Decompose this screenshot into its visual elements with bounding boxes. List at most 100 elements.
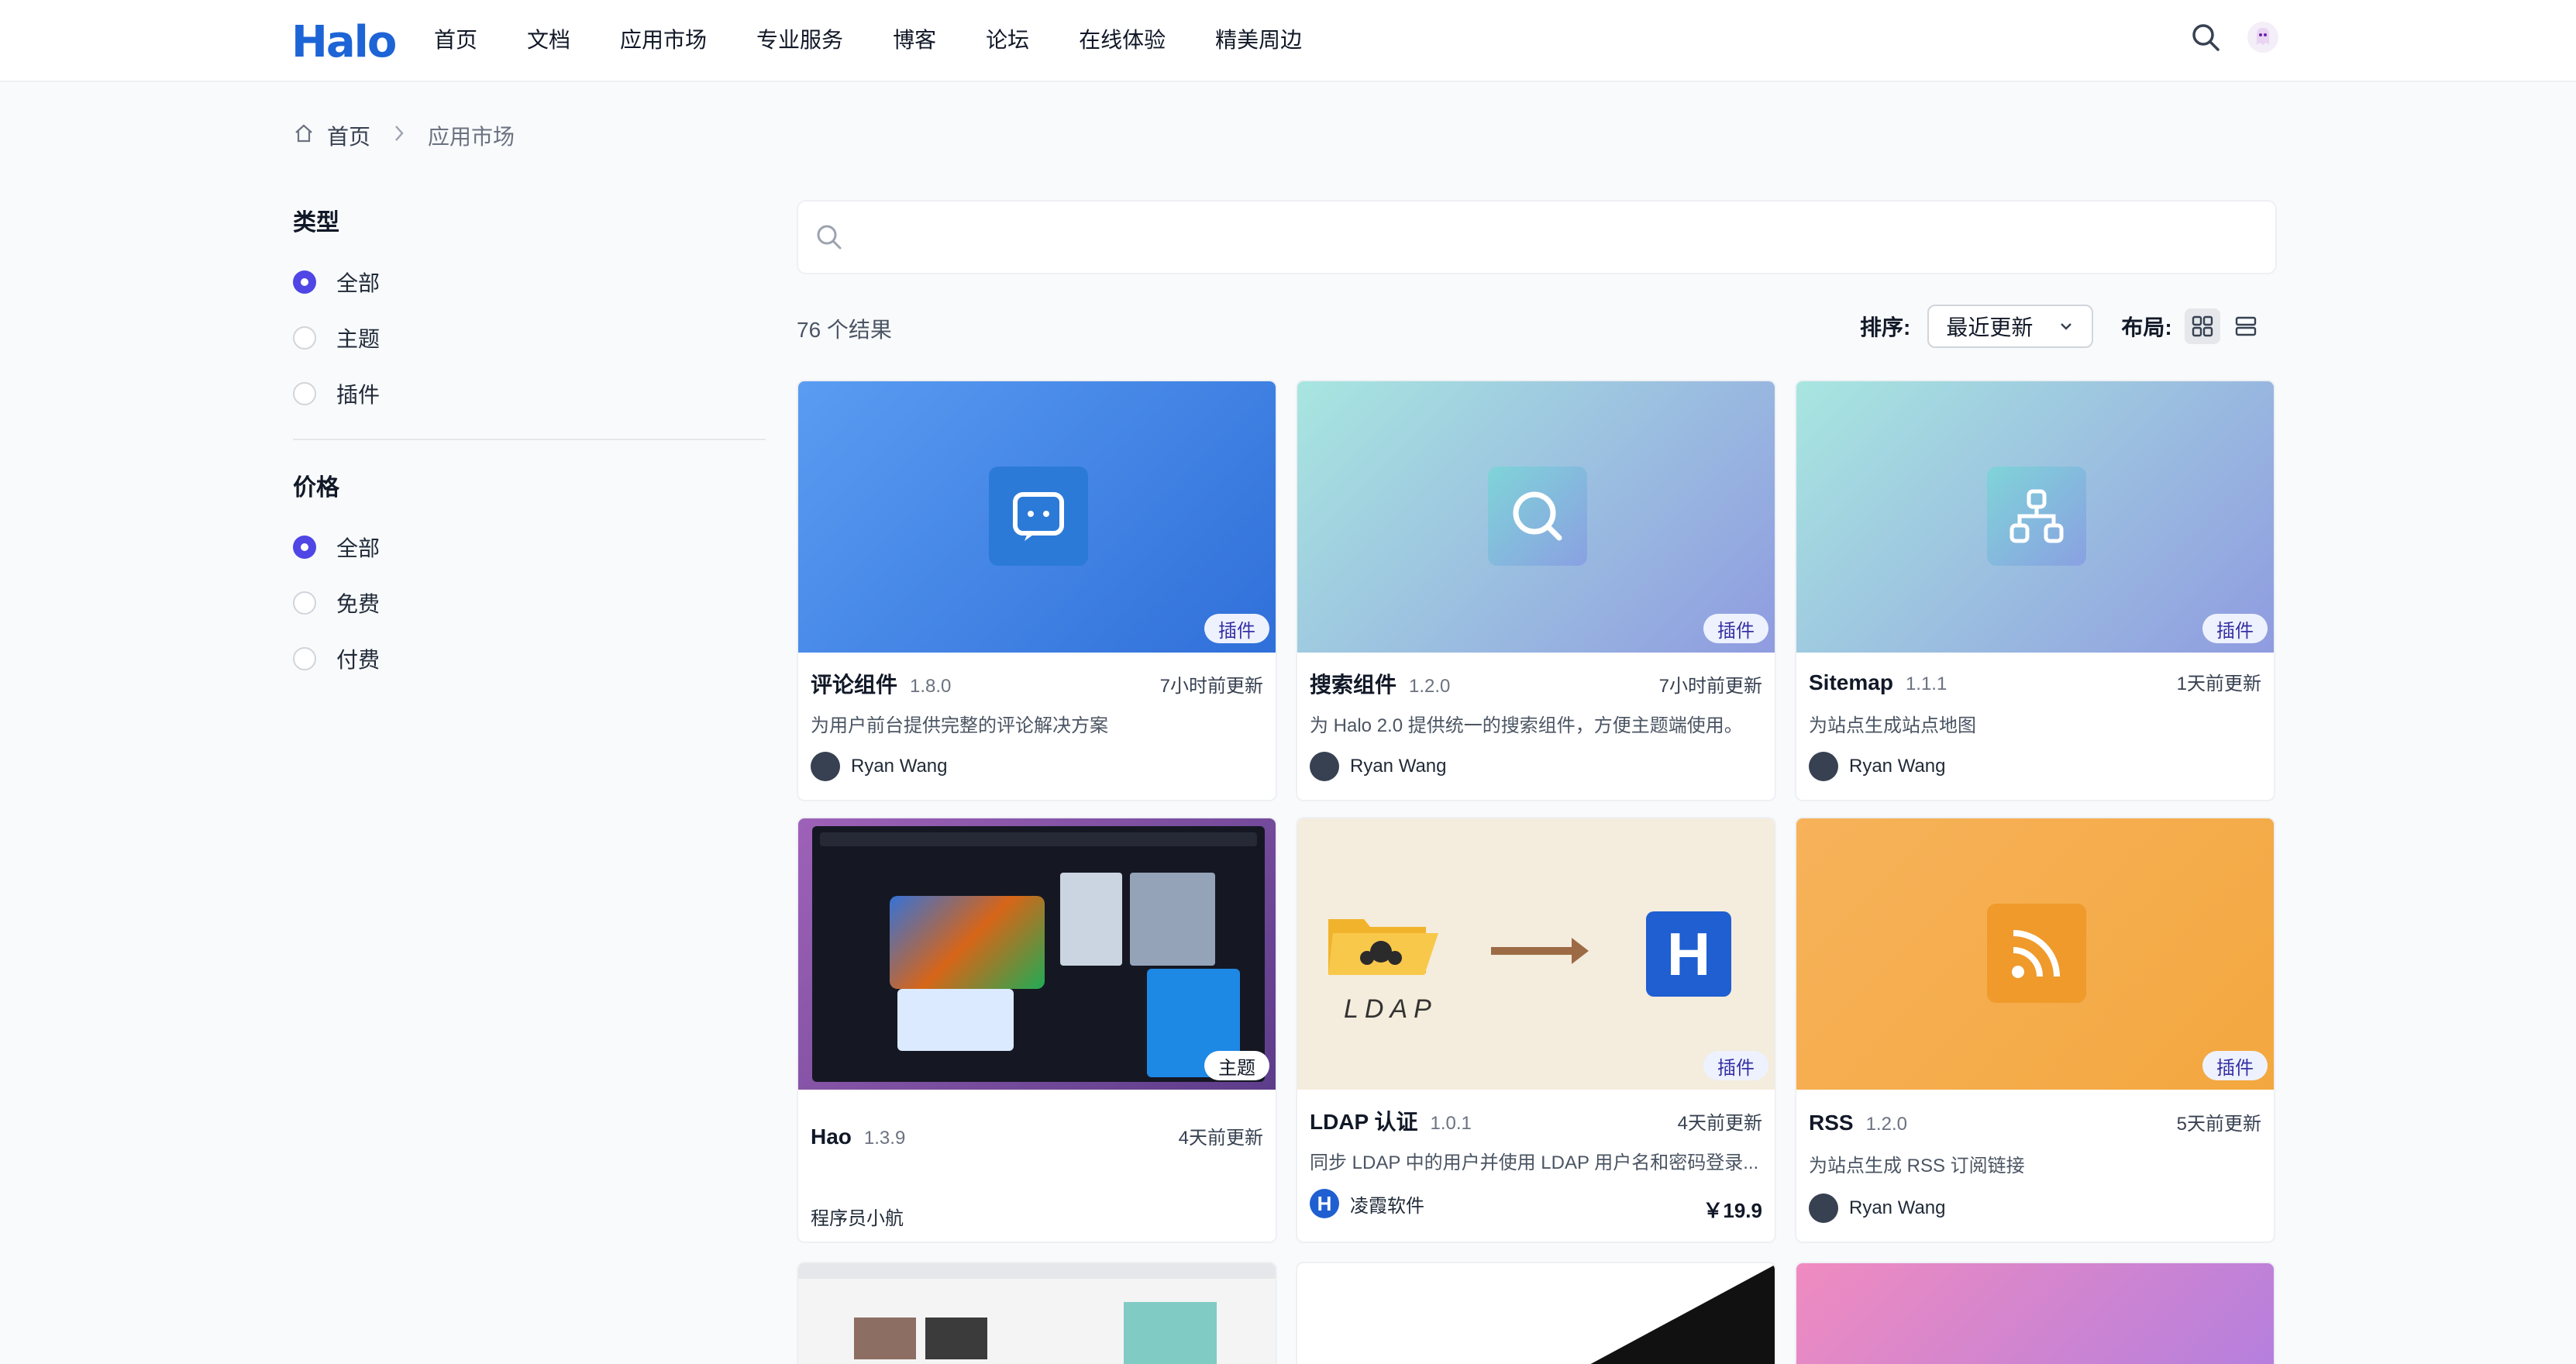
ldap-icon: LDAP — [1325, 904, 1441, 1025]
author[interactable]: H 凌霞软件 — [1310, 1189, 1424, 1218]
filter-sidebar: 类型 全部 主题 插件 价格 全部 免费 付费 — [293, 203, 766, 687]
price-option-paid[interactable]: 付费 — [293, 631, 766, 687]
layout-label: 布局: — [2121, 315, 2172, 339]
app-description: 为 Halo 2.0 提供统一的搜索组件，方便主题端使用。 — [1310, 715, 1743, 736]
avatar — [811, 752, 840, 781]
type-badge: 插件 — [2202, 1051, 2268, 1080]
radio-icon[interactable] — [293, 647, 316, 670]
type-badge: 插件 — [1703, 614, 1768, 643]
avatar: H — [1310, 1189, 1339, 1218]
type-option-all[interactable]: 全部 — [293, 254, 766, 310]
type-badge: 插件 — [2202, 614, 2268, 643]
halo-logo[interactable]: Halo — [291, 17, 397, 67]
author[interactable]: Ryan Wang — [1809, 1194, 1946, 1223]
updated-time: 7小时前更新 — [1159, 676, 1263, 697]
search-input[interactable] — [797, 200, 2277, 274]
radio-icon[interactable] — [293, 382, 316, 405]
author[interactable]: Ryan Wang — [1809, 752, 1946, 781]
top-header: Halo 首页 文档 应用市场 专业服务 博客 论坛 在线体验 精美周边 — [0, 0, 2576, 82]
price-filter-title: 价格 — [293, 475, 339, 501]
breadcrumb-home[interactable]: 首页 — [327, 120, 370, 151]
radio-icon[interactable] — [293, 270, 316, 294]
radio-icon[interactable] — [293, 591, 316, 615]
rss-icon — [1987, 904, 2086, 1003]
app-name: RSS — [1809, 1111, 1854, 1135]
app-version: 1.1.1 — [1905, 673, 1947, 694]
nav-item-merch[interactable]: 精美周边 — [1215, 23, 1302, 54]
app-name: Hao — [811, 1125, 852, 1149]
author-name: Ryan Wang — [1849, 756, 1946, 777]
search-icon[interactable] — [2190, 22, 2221, 53]
breadcrumb-current: 应用市场 — [428, 125, 515, 149]
card-cover: LDAP H 插件 — [1297, 818, 1775, 1090]
user-avatar[interactable] — [2247, 22, 2278, 53]
author[interactable]: Ryan Wang — [1310, 752, 1447, 781]
type-option-theme[interactable]: 主题 — [293, 310, 766, 366]
app-card[interactable] — [1296, 1262, 1776, 1364]
home-icon[interactable] — [293, 122, 315, 150]
type-badge: 主题 — [1204, 1051, 1269, 1080]
card-cover: 插件 — [1297, 381, 1775, 653]
app-description: 同步 LDAP 中的用户并使用 LDAP 用户名和密码登录... — [1310, 1152, 1759, 1173]
chevron-down-icon — [2061, 323, 2072, 330]
author[interactable]: Ryan Wang — [811, 752, 948, 781]
price-option-label: 免费 — [336, 592, 381, 616]
search-icon — [1488, 467, 1587, 566]
app-version: 1.8.0 — [910, 676, 952, 697]
app-name: Sitemap — [1809, 670, 1893, 694]
app-card[interactable]: 插件 Sitemap 1.1.1 1天前更新 为站点生成站点地图 Ryan Wang — [1795, 380, 2275, 801]
nav-item-blog[interactable]: 博客 — [893, 23, 936, 54]
type-option-plugin[interactable]: 插件 — [293, 366, 766, 422]
nav-item-demo[interactable]: 在线体验 — [1079, 23, 1166, 54]
app-version: 1.3.9 — [863, 1128, 906, 1149]
result-count: 76 个结果 — [797, 318, 892, 342]
app-card[interactable]: 插件 搜索组件 1.2.0 7小时前更新 为 Halo 2.0 提供统一的搜索组件，… — [1296, 380, 1776, 801]
price-option-free[interactable]: 免费 — [293, 575, 766, 631]
nav-item-docs[interactable]: 文档 — [527, 23, 570, 54]
sort-value: 最近更新 — [1946, 315, 2034, 339]
avatar — [1809, 752, 1838, 781]
radio-icon[interactable] — [293, 536, 316, 559]
avatar — [1809, 1194, 1838, 1223]
app-version: 1.2.0 — [1865, 1114, 1907, 1135]
price-option-all[interactable]: 全部 — [293, 519, 766, 575]
app-card[interactable]: 插件 RSS 1.2.0 5天前更新 为站点生成 RSS 订阅链接 Ryan Wan… — [1795, 817, 2275, 1243]
sort-select[interactable]: 最近更新 — [1927, 305, 2094, 348]
nav-item-services[interactable]: 专业服务 — [756, 23, 843, 54]
list-view-icon[interactable] — [2228, 308, 2264, 344]
nav-item-marketplace[interactable]: 应用市场 — [620, 23, 707, 54]
app-name: LDAP 认证 — [1310, 1110, 1418, 1134]
app-card[interactable]: 插件 评论组件 1.8.0 7小时前更新 为用户前台提供完整的评论解决方案 Ryan… — [797, 380, 1277, 801]
author-name: 程序员小航 — [811, 1208, 904, 1229]
nav-item-forum[interactable]: 论坛 — [986, 23, 1029, 54]
comment-icon — [989, 467, 1088, 566]
grid-view-icon[interactable] — [2184, 308, 2220, 344]
type-filter-title: 类型 — [293, 210, 339, 236]
price: ￥19.9 — [1703, 1199, 1762, 1222]
type-badge: 插件 — [1703, 1051, 1768, 1080]
main-nav: 首页 文档 应用市场 专业服务 博客 论坛 在线体验 精美周边 — [434, 0, 1352, 78]
app-card[interactable]: 主题 Hao 1.3.9 4天前更新 程序员小航 — [797, 817, 1277, 1243]
sort-label: 排序: — [1860, 315, 1911, 339]
app-card[interactable]: LDAP H 插件 LDAP 认证 1.0.1 4天前更新 同步 LDAP 中的用户… — [1296, 817, 1776, 1243]
search-icon — [817, 225, 842, 250]
app-description: 为站点生成站点地图 — [1809, 715, 1976, 736]
nav-item-home[interactable]: 首页 — [434, 23, 477, 54]
author-name: Ryan Wang — [851, 756, 948, 777]
sitemap-icon — [1987, 467, 2086, 566]
screenshot-preview — [812, 826, 1265, 1082]
updated-time: 4天前更新 — [1677, 1113, 1762, 1134]
avatar — [1310, 752, 1339, 781]
app-card[interactable] — [797, 1262, 1277, 1364]
app-version: 1.0.1 — [1430, 1113, 1472, 1134]
type-badge: 插件 — [1204, 614, 1269, 643]
app-version: 1.2.0 — [1409, 676, 1451, 697]
author-name: 凌霞软件 — [1350, 1195, 1424, 1217]
app-description: 为站点生成 RSS 订阅链接 — [1809, 1156, 2025, 1176]
author[interactable]: 程序员小航 — [811, 1203, 904, 1230]
radio-icon[interactable] — [293, 326, 316, 350]
card-cover: 插件 — [1796, 381, 2274, 653]
arrow-icon — [1491, 947, 1576, 955]
app-card[interactable] — [1795, 1262, 2275, 1364]
sort-controls: 排序: 最近更新 布局: — [1860, 305, 2264, 348]
